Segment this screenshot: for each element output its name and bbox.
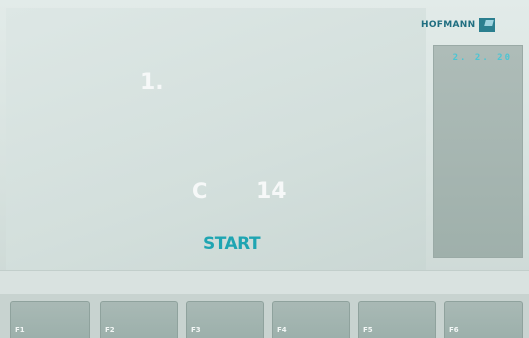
step-number: 1. xyxy=(140,70,164,95)
function-key-label: F1 xyxy=(15,326,25,334)
display-screen: HOFMANN 2. 2. 20 1. C 14 START F1 F2 F3 … xyxy=(0,0,529,338)
function-key-f4[interactable]: F4 xyxy=(272,301,350,338)
brand-name: HOFMANN xyxy=(421,20,476,30)
function-key-label: F3 xyxy=(191,326,201,334)
code-value: 14 xyxy=(256,179,287,204)
function-key-f3[interactable]: F3 xyxy=(186,301,264,338)
function-key-label: F2 xyxy=(105,326,115,334)
function-key-f2[interactable]: F2 xyxy=(100,301,178,338)
function-key-label: F6 xyxy=(449,326,459,334)
start-prompt: START xyxy=(203,234,261,254)
side-panel: 2. 2. 20 xyxy=(433,45,523,258)
hofmann-logo-icon xyxy=(479,18,496,32)
function-key-f1[interactable]: F1 xyxy=(10,301,90,338)
function-key-f6[interactable]: F6 xyxy=(444,301,523,338)
function-key-label: F5 xyxy=(363,326,373,334)
function-key-label: F4 xyxy=(277,326,287,334)
code-label: C xyxy=(192,179,208,203)
side-panel-value: 2. 2. 20 xyxy=(452,53,512,63)
brand-logo: HOFMANN xyxy=(421,16,496,34)
main-area xyxy=(6,8,426,270)
status-band xyxy=(0,270,529,294)
function-key-f5[interactable]: F5 xyxy=(358,301,436,338)
